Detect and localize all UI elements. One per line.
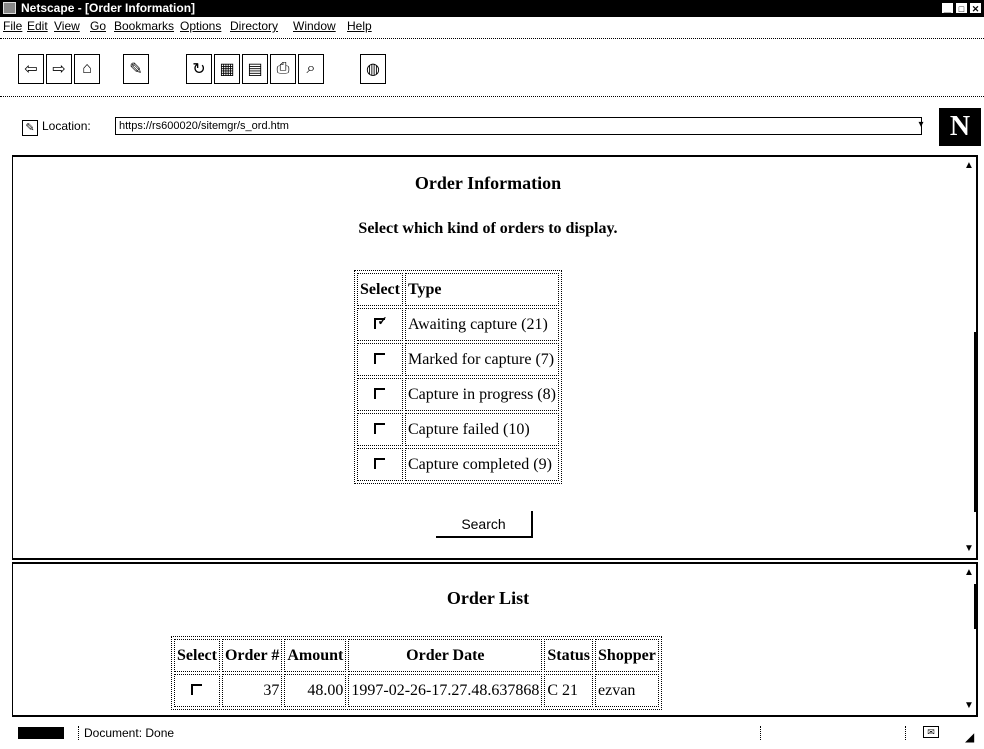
order-type-cell: Marked for capture (7) <box>404 343 559 376</box>
maximize-icon[interactable]: □ <box>955 2 968 14</box>
table-header-row: Select Type <box>357 273 559 306</box>
search-button[interactable]: Search <box>436 511 533 538</box>
stop-icon[interactable]: ◍ <box>360 54 386 84</box>
column-header: Order Date <box>348 639 543 672</box>
order-type-cell: Capture failed (10) <box>404 413 559 446</box>
minimize-icon[interactable]: ▁ <box>941 2 954 14</box>
order-list-table: Select Order # Amount Order Date Status … <box>171 636 662 710</box>
back-icon[interactable]: ⇦ <box>18 54 44 84</box>
menu-bar: File Edit View Go Bookmarks Options Dire… <box>0 17 984 36</box>
order-list-frame: Order List Select Order # Amount Order D… <box>12 562 978 717</box>
menu-help[interactable]: Help <box>347 19 372 33</box>
menu-view[interactable]: View <box>54 19 80 33</box>
scrollbar[interactable]: ▲ ▼ <box>962 564 976 715</box>
forward-icon[interactable]: ⇨ <box>46 54 72 84</box>
column-header: Shopper <box>595 639 659 672</box>
order-list-title: Order List <box>446 588 530 608</box>
page-title: Order Information <box>414 173 562 193</box>
scroll-up-icon[interactable]: ▲ <box>962 159 976 173</box>
chevron-down-icon[interactable]: ▾ <box>915 119 927 133</box>
divider <box>0 96 984 97</box>
order-type-table: Select Type Awaiting capture (21) Marked… <box>354 270 562 484</box>
menu-bookmarks[interactable]: Bookmarks <box>114 19 174 33</box>
select-checkbox[interactable] <box>191 683 203 695</box>
select-checkbox[interactable] <box>374 457 386 469</box>
find-icon[interactable]: ⌕ <box>298 54 324 84</box>
bookmark-icon[interactable]: ✎ <box>22 120 38 136</box>
print-icon[interactable]: ⎙ <box>270 54 296 84</box>
column-header: Order # <box>221 639 283 672</box>
status-text: Document: Done <box>84 726 175 740</box>
order-information-frame: Order Information Select which kind of o… <box>12 155 978 560</box>
location-input[interactable] <box>115 117 922 135</box>
column-header: Type <box>404 273 559 306</box>
table-row: Awaiting capture (21) <box>357 308 559 341</box>
mail-icon[interactable]: ✉ <box>923 726 939 738</box>
resize-grip-icon[interactable]: ◢ <box>965 730 974 744</box>
column-header: Select <box>357 273 403 306</box>
select-checkbox[interactable] <box>374 387 386 399</box>
table-row: Marked for capture (7) <box>357 343 559 376</box>
page-subtitle: Select which kind of orders to display. <box>358 220 618 237</box>
menu-file[interactable]: File <box>3 19 22 33</box>
title-bar: Netscape - [Order Information] ▁ □ ✕ <box>0 0 984 17</box>
select-checkbox[interactable] <box>374 314 388 329</box>
select-checkbox[interactable] <box>374 352 386 364</box>
amount-cell: 48.00 <box>284 674 347 707</box>
shopper-cell: ezvan <box>595 674 659 707</box>
menu-go[interactable]: Go <box>90 19 106 33</box>
divider <box>0 38 984 39</box>
column-header: Amount <box>284 639 347 672</box>
images-icon[interactable]: ▦ <box>214 54 240 84</box>
select-checkbox[interactable] <box>374 422 386 434</box>
edit-icon[interactable]: ✎ <box>123 54 149 84</box>
scrollbar[interactable]: ▲ ▼ <box>962 157 976 558</box>
netscape-logo-icon: N <box>939 108 981 146</box>
order-type-cell: Capture completed (9) <box>404 448 559 481</box>
column-header: Select <box>174 639 220 672</box>
table-row: Capture in progress (8) <box>357 378 559 411</box>
status-cell: C 21 <box>544 674 594 707</box>
divider <box>905 726 906 740</box>
home-icon[interactable]: ⌂ <box>74 54 100 84</box>
scroll-down-icon[interactable]: ▼ <box>962 699 976 713</box>
location-label: Location: <box>42 119 91 133</box>
table-row: Capture completed (9) <box>357 448 559 481</box>
location-bar: ✎ Location: ▾ N <box>0 108 984 148</box>
window-title: Netscape - [Order Information] <box>21 1 196 15</box>
reload-icon[interactable]: ↻ <box>186 54 212 84</box>
menu-edit[interactable]: Edit <box>27 19 48 33</box>
divider <box>760 726 761 740</box>
menu-window[interactable]: Window <box>293 19 336 33</box>
scroll-up-icon[interactable]: ▲ <box>962 566 976 580</box>
status-bar: Document: Done ✉ ◢ <box>0 720 984 749</box>
system-menu-icon[interactable] <box>3 2 16 14</box>
table-row: Capture failed (10) <box>357 413 559 446</box>
menu-options[interactable]: Options <box>180 19 221 33</box>
order-type-cell: Capture in progress (8) <box>404 378 559 411</box>
scroll-thumb[interactable] <box>974 584 976 629</box>
menu-directory[interactable]: Directory <box>230 19 278 33</box>
table-row: 37 48.00 1997-02-26-17.27.48.637868 C 21… <box>174 674 659 707</box>
scroll-thumb[interactable] <box>974 332 976 512</box>
column-header: Status <box>544 639 594 672</box>
order-type-cell: Awaiting capture (21) <box>404 308 559 341</box>
scroll-down-icon[interactable]: ▼ <box>962 542 976 556</box>
divider <box>78 726 79 740</box>
close-icon[interactable]: ✕ <box>969 2 982 14</box>
order-number-cell: 37 <box>221 674 283 707</box>
table-header-row: Select Order # Amount Order Date Status … <box>174 639 659 672</box>
order-date-cell: 1997-02-26-17.27.48.637868 <box>348 674 543 707</box>
security-key-icon <box>18 727 64 739</box>
open-icon[interactable]: ▤ <box>242 54 268 84</box>
